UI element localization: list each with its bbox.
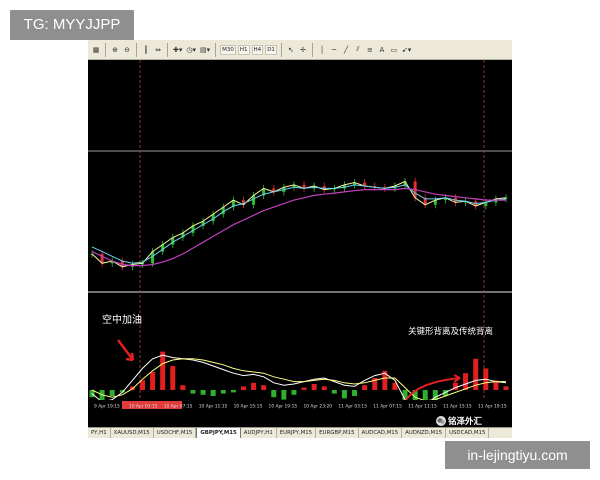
arrow-icon[interactable]: ➹▾ xyxy=(401,43,412,57)
time-axis-label: 10 Apr 19:15 xyxy=(269,404,298,410)
annotation-left: 空中加油 xyxy=(102,315,142,326)
macd-histogram-bar xyxy=(321,386,327,390)
macd-histogram-bar xyxy=(150,372,156,390)
time-axis-label: 10 Apr 07:15 xyxy=(164,404,193,410)
zoom-out-icon[interactable]: ⊖ xyxy=(122,43,132,57)
symbol-tab[interactable]: USDCHF,M15 xyxy=(154,428,197,438)
macd-histogram-bar xyxy=(281,390,287,400)
macd-histogram-bar xyxy=(220,390,226,394)
time-axis-label: 10 Apr 15:15 xyxy=(234,404,263,410)
symbol-tabs: PY,H1 XAUUSD,M15 USDCHF,M15 GBPJPY,M15 AUDJP… xyxy=(88,427,512,438)
timeframe-m30[interactable]: M30 xyxy=(220,44,236,55)
new-chart-icon[interactable]: ▦ xyxy=(91,43,101,57)
watermark-bottom: in-lejingtiyu.com xyxy=(445,441,590,469)
indicators-icon[interactable]: ✚▾ xyxy=(172,43,183,57)
toolbar-separator xyxy=(215,42,217,57)
toolbar-separator xyxy=(167,42,168,57)
chart-toolbar: ▦ ⊕ ⊖ ┃ ⇔ ✚▾ ◷▾ ▤▾ M30 H1 H4 D1 ↖ ✛ │ ─ … xyxy=(88,40,512,60)
macd-histogram-bar xyxy=(190,390,196,394)
time-axis-label: 11 Apr 07:15 xyxy=(373,404,402,410)
logo: 铭泽外汇 xyxy=(436,414,482,427)
trendline-icon[interactable]: ╱ xyxy=(341,43,351,57)
horizontal-line-icon[interactable]: ─ xyxy=(329,43,339,57)
macd-histogram-bar xyxy=(139,380,145,390)
template-icon[interactable]: ▤▾ xyxy=(199,43,211,57)
fast-ma-line xyxy=(91,180,507,268)
zoom-in-icon[interactable]: ⊕ xyxy=(110,43,120,57)
macd-histogram-bar xyxy=(311,384,317,390)
wechat-icon xyxy=(436,415,446,426)
macd-histogram-bar xyxy=(200,390,206,395)
symbol-tab[interactable]: USDCAD,M15 xyxy=(446,428,490,438)
macd-histogram-bar xyxy=(341,390,347,399)
macd-histogram-bar xyxy=(271,390,277,398)
time-axis-label: 9 Apr 19:15 xyxy=(94,404,120,410)
macd-histogram-bar xyxy=(362,385,368,390)
time-axis-label: 10 Apr 11:15 xyxy=(199,404,228,410)
price-and-macd-chart[interactable]: 9 Apr 19:15 10 Apr 03:15 10 Apr 07:15 10 Ap… xyxy=(88,60,512,410)
macd-histogram-bar xyxy=(352,390,358,396)
page: TG: MYYJJPP ▦ ⊕ ⊖ ┃ ⇔ ✚▾ ◷▾ ▤▾ M30 H1 H4… xyxy=(0,0,600,480)
time-axis-label: 11 Apr 11:15 xyxy=(408,404,437,410)
fibonacci-icon[interactable]: ≡ xyxy=(365,43,375,57)
logo-text: 铭泽外汇 xyxy=(448,416,483,427)
symbol-tab[interactable]: AUDCAD,M15 xyxy=(359,428,403,438)
macd-histogram-bar xyxy=(251,382,257,390)
watermark-top: TG: MYYJJPP xyxy=(10,10,134,40)
text-icon[interactable]: A xyxy=(377,43,387,57)
macd-histogram-bar xyxy=(301,387,307,390)
macd-histogram-bar xyxy=(210,390,216,396)
symbol-tab[interactable]: EURGBP,M15 xyxy=(316,428,359,438)
timeframe-h1[interactable]: H1 xyxy=(237,44,250,55)
vertical-line-icon[interactable]: │ xyxy=(317,43,327,57)
time-axis-label: 10 Apr 23:20 xyxy=(303,404,332,410)
channel-icon[interactable]: ⫽ xyxy=(353,43,363,57)
timeframe-d1[interactable]: D1 xyxy=(265,44,277,55)
macd-histogram-bar xyxy=(463,373,469,390)
macd-histogram-bar xyxy=(160,351,166,390)
cursor-icon[interactable]: ↖ xyxy=(286,43,296,57)
macd-histogram-bar xyxy=(180,385,186,390)
annotation-right: 关键形背离及传统背离 xyxy=(408,327,494,337)
macd-histogram-bar xyxy=(109,390,115,396)
time-axis-label: 10 Apr 03:15 xyxy=(129,404,158,410)
trading-terminal: ▦ ⊕ ⊖ ┃ ⇔ ✚▾ ◷▾ ▤▾ M30 H1 H4 D1 ↖ ✛ │ ─ … xyxy=(88,40,512,438)
symbol-tab[interactable]: AUDNZD,M15 xyxy=(402,428,447,438)
slow-ma-line xyxy=(91,187,506,267)
macd-histogram-bar xyxy=(331,390,337,394)
toolbar-separator xyxy=(311,42,313,57)
symbol-tab[interactable]: AUDJPY,H1 xyxy=(241,428,277,438)
label-icon[interactable]: ▭ xyxy=(389,43,399,57)
time-axis-label: 11 Apr 03:15 xyxy=(338,404,367,410)
mid-ma-line xyxy=(91,184,507,264)
macd-histogram-bar xyxy=(170,366,176,390)
macd-histogram-bar xyxy=(503,386,509,390)
toolbar-separator xyxy=(280,42,282,57)
symbol-tab[interactable]: GBPJPY,M15 xyxy=(196,428,241,438)
divergence-arrow xyxy=(117,339,134,361)
time-axis-label: 11 Apr 19:15 xyxy=(478,404,507,410)
toolbar-separator xyxy=(105,42,106,57)
crosshair-icon[interactable]: ✛ xyxy=(298,43,308,57)
chart-bars-icon[interactable]: ┃ xyxy=(141,43,151,57)
macd-histogram-bar xyxy=(230,390,236,393)
clock-icon[interactable]: ◷▾ xyxy=(185,43,197,57)
macd-histogram-bar xyxy=(240,386,246,390)
timeframe-h4[interactable]: H4 xyxy=(251,44,264,55)
symbol-tab[interactable]: EURJPY,M15 xyxy=(277,428,317,438)
chart-scroll-icon[interactable]: ⇔ xyxy=(153,43,163,57)
symbol-tab[interactable]: XAUUSD,M15 xyxy=(111,428,154,438)
time-axis-label: 11 Apr 15:15 xyxy=(443,404,472,410)
symbol-tab[interactable]: PY,H1 xyxy=(88,428,111,438)
macd-histogram-bar xyxy=(291,390,297,395)
macd-histogram-bar xyxy=(261,385,267,390)
toolbar-separator xyxy=(136,42,137,57)
